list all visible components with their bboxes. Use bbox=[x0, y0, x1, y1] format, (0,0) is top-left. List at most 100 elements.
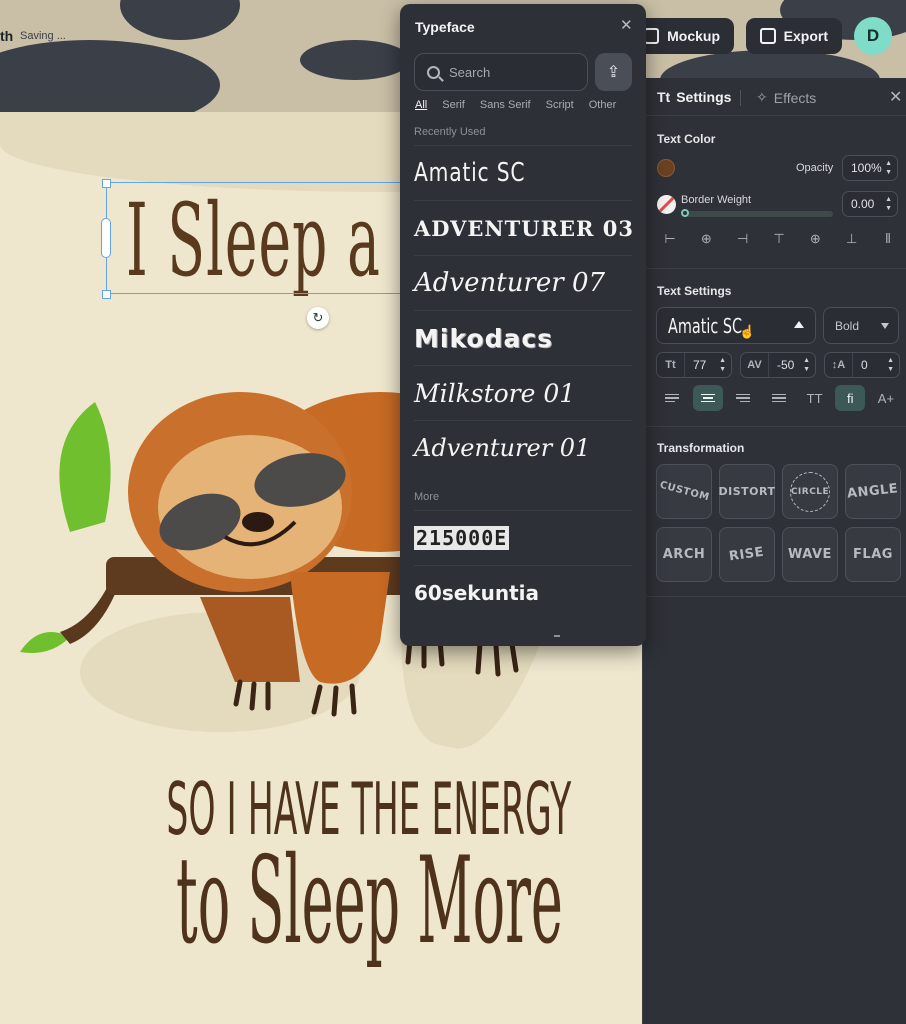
project-title[interactable]: th bbox=[0, 28, 13, 44]
sloth-nose bbox=[242, 512, 274, 532]
align-right-icon[interactable]: ⊣ bbox=[736, 231, 750, 247]
sparkle-icon: ✧ bbox=[756, 89, 768, 105]
text-justify-icon[interactable] bbox=[764, 385, 794, 411]
rotate-handle-icon[interactable]: ↻ bbox=[307, 307, 329, 329]
tab-all[interactable]: All bbox=[415, 99, 427, 111]
font-option[interactable]: Amatic SC bbox=[414, 145, 632, 200]
resize-handle[interactable] bbox=[102, 179, 111, 188]
more-label: More bbox=[414, 491, 440, 503]
font-option[interactable]: 215000E bbox=[414, 510, 632, 565]
font-option[interactable]: Milkstore 01 bbox=[414, 365, 632, 420]
border-weight-input[interactable]: 0.00 ▲ ▼ bbox=[842, 191, 898, 217]
border-weight-slider[interactable] bbox=[683, 211, 833, 217]
tab-settings-label: Settings bbox=[676, 89, 732, 105]
font-option[interactable]: Adventurer 01 bbox=[414, 420, 632, 475]
upload-font-button[interactable]: ⇪ bbox=[595, 53, 632, 91]
text-align-center-icon[interactable] bbox=[692, 385, 723, 411]
export-button[interactable]: Export bbox=[746, 18, 842, 54]
selection-box[interactable] bbox=[106, 182, 406, 294]
avatar[interactable]: D bbox=[854, 17, 892, 55]
transform-circle-button[interactable]: CIRCLE bbox=[782, 464, 838, 519]
transform-arch-button[interactable]: ARCH bbox=[656, 527, 712, 582]
side-resize-handle[interactable] bbox=[101, 218, 111, 258]
font-select-value: Amatic SC bbox=[668, 313, 743, 338]
transform-wave-button[interactable]: WAVE bbox=[782, 527, 838, 582]
tab-other[interactable]: Other bbox=[589, 99, 617, 111]
export-icon bbox=[760, 28, 776, 44]
font-weight-select[interactable]: Bold bbox=[823, 307, 899, 344]
transform-custom-button[interactable]: CUSTOM bbox=[656, 464, 712, 519]
pointer-cursor-icon: ☝ bbox=[739, 324, 756, 339]
leaf bbox=[59, 402, 111, 532]
transform-label: FLAG bbox=[853, 547, 893, 562]
text-align-left-icon[interactable] bbox=[657, 385, 687, 411]
font-option[interactable]: Adventurer 07 bbox=[414, 255, 632, 310]
align-center-h-icon[interactable]: ⊕ bbox=[699, 231, 713, 247]
transformation-label: Transformation bbox=[657, 441, 745, 455]
tab-script[interactable]: Script bbox=[546, 99, 574, 111]
tab-effects[interactable]: ✧ Effects bbox=[756, 89, 816, 106]
transform-label: CIRCLE bbox=[790, 471, 830, 512]
letter-spacing-icon: AV bbox=[741, 353, 769, 377]
close-icon[interactable]: ✕ bbox=[620, 16, 633, 34]
uppercase-icon[interactable]: TT bbox=[800, 385, 830, 411]
mockup-label: Mockup bbox=[667, 28, 720, 44]
transform-rise-button[interactable]: RISE bbox=[719, 527, 775, 582]
font-option[interactable]: Mikodacs bbox=[414, 310, 632, 365]
font-option-label: Mikodacs bbox=[414, 323, 554, 353]
tab-settings[interactable]: Tt Settings bbox=[657, 89, 731, 105]
recently-used-label: Recently Used bbox=[414, 126, 486, 138]
tab-serif[interactable]: Serif bbox=[442, 99, 465, 111]
font-size-input[interactable]: Tt 77 ▲ ▼ bbox=[656, 352, 732, 378]
align-bottom-icon[interactable]: ⊥ bbox=[845, 231, 859, 247]
stepper-icon[interactable]: ▲ ▼ bbox=[887, 356, 894, 374]
transform-label: WAVE bbox=[788, 547, 832, 562]
mockup-icon bbox=[644, 28, 660, 44]
close-icon[interactable]: ✕ bbox=[889, 87, 902, 107]
text-align-right-icon[interactable] bbox=[728, 385, 758, 411]
border-weight-label: Border Weight bbox=[681, 194, 752, 206]
border-weight-value: 0.00 bbox=[851, 197, 875, 211]
text-effects-icon[interactable]: A+ bbox=[871, 385, 901, 411]
font-option-label: Amatic SC bbox=[414, 158, 526, 188]
font-search-field[interactable] bbox=[414, 53, 588, 91]
align-top-icon[interactable]: ⊤ bbox=[772, 231, 786, 247]
sloth-arm bbox=[290, 572, 390, 684]
slider-handle[interactable] bbox=[681, 209, 689, 217]
scroll-indicator[interactable] bbox=[554, 635, 560, 637]
stepper-icon[interactable]: ▲ ▼ bbox=[719, 356, 726, 374]
transform-angle-button[interactable]: ANGLE bbox=[845, 464, 901, 519]
transform-distort-button[interactable]: DISTORT bbox=[719, 464, 775, 519]
no-border-color-icon[interactable] bbox=[657, 195, 676, 214]
tab-sans-serif[interactable]: Sans Serif bbox=[480, 99, 531, 111]
stepper-icon[interactable]: ▲ ▼ bbox=[885, 159, 892, 177]
letter-spacing-input[interactable]: AV -50 ▲ ▼ bbox=[740, 352, 816, 378]
transform-flag-button[interactable]: FLAG bbox=[845, 527, 901, 582]
font-search-input[interactable] bbox=[449, 64, 569, 80]
align-left-icon[interactable]: ⊢ bbox=[663, 231, 677, 247]
opacity-value: 100% bbox=[851, 161, 882, 175]
transform-label: DISTORT bbox=[718, 485, 776, 498]
settings-panel: Tt Settings ✧ Effects ✕ Text Color Opaci… bbox=[642, 78, 906, 1024]
text-align-row: TT ﬁ A+ bbox=[657, 385, 901, 411]
font-option-label: 60sekuntia bbox=[414, 581, 539, 605]
divider bbox=[643, 596, 906, 597]
line-height-input[interactable]: ↕A 0 ▲ ▼ bbox=[824, 352, 900, 378]
opacity-input[interactable]: 100% ▲ ▼ bbox=[842, 155, 898, 181]
font-weight-value: Bold bbox=[835, 318, 860, 333]
align-middle-icon[interactable]: ⊕ bbox=[808, 231, 822, 247]
font-select[interactable]: Amatic SC bbox=[656, 307, 816, 344]
resize-handle[interactable] bbox=[102, 290, 111, 299]
font-category-tabs: All Serif Sans Serif Script Other bbox=[415, 99, 631, 111]
subtitle-line-2[interactable]: to Sleep More bbox=[176, 832, 563, 971]
text-settings-label: Text Settings bbox=[657, 284, 732, 298]
font-option[interactable]: 60sekuntia bbox=[414, 565, 632, 620]
ligature-icon[interactable]: ﬁ bbox=[835, 385, 866, 411]
text-color-swatch[interactable] bbox=[657, 159, 675, 177]
font-option[interactable]: ADVENTURER 03 bbox=[414, 200, 635, 255]
stepper-icon[interactable]: ▲ ▼ bbox=[803, 356, 810, 374]
tab-effects-label: Effects bbox=[773, 89, 817, 106]
font-option-label: ADVENTURER 03 bbox=[414, 215, 635, 241]
stepper-icon[interactable]: ▲ ▼ bbox=[885, 195, 892, 213]
distribute-icon[interactable]: ⦀ bbox=[881, 231, 895, 247]
